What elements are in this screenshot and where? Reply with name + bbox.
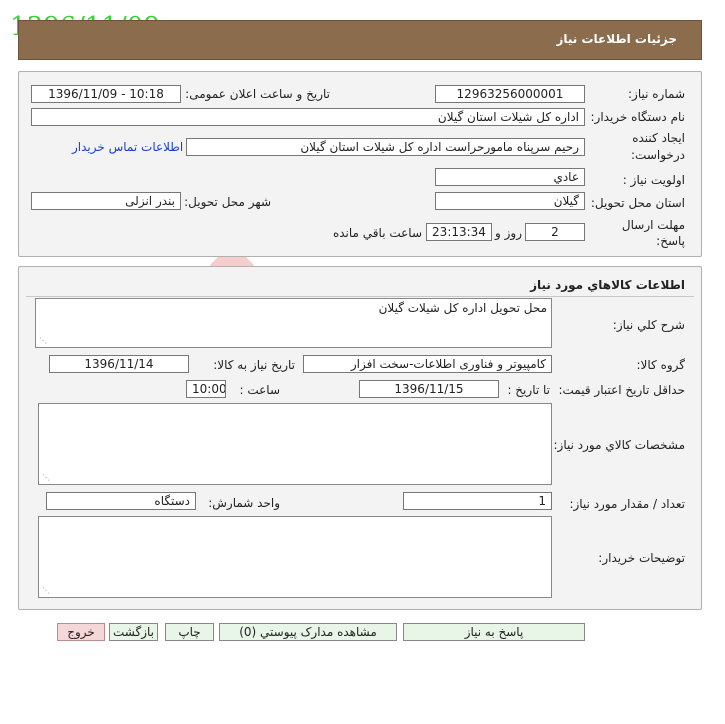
resize-grip-icon[interactable]: ⋰ bbox=[42, 586, 50, 595]
deadline-label-1: مهلت ارسال bbox=[621, 218, 685, 232]
qty-label: تعداد / مقدار مورد نياز: bbox=[569, 497, 685, 511]
price-valid-label: حداقل تاريخ اعتبار قيمت: bbox=[558, 383, 685, 397]
announce-field: 1396/11/09 - 10:18 bbox=[31, 85, 181, 103]
specs-label: مشخصات کالاي مورد نياز: bbox=[553, 438, 685, 452]
back-button[interactable]: بازگشت bbox=[109, 623, 158, 641]
need-number-label: شماره نياز: bbox=[628, 87, 685, 101]
days-field: 2 bbox=[525, 223, 585, 241]
specs-field: ⋰ bbox=[38, 403, 552, 485]
group-label: گروه کالا: bbox=[636, 358, 686, 372]
qty-field: 1 bbox=[403, 492, 552, 510]
need-date-label: تاريخ نياز به کالا: bbox=[213, 358, 295, 372]
province-field: گيلان bbox=[435, 192, 585, 210]
province-label: استان محل تحويل: bbox=[590, 196, 685, 210]
view-attachments-button[interactable]: مشاهده مدارک پيوستي (0) bbox=[219, 623, 397, 641]
buyer-contact-link[interactable]: اطلاعات تماس خريدار bbox=[72, 140, 183, 154]
creator-label-1: ايجاد کننده bbox=[632, 131, 685, 145]
page-header: جزئيات اطلاعات نياز bbox=[18, 20, 702, 60]
buyer-notes-label: توضيحات خريدار: bbox=[598, 551, 685, 565]
general-desc-text: محل تحويل اداره کل شيلات گيلان bbox=[378, 301, 547, 315]
group-field: کامپيوتر و فناوری اطلاعات-سخت افزار bbox=[303, 355, 552, 373]
priority-field: عادي bbox=[435, 168, 585, 186]
announce-label: تاريخ و ساعت اعلان عمومی: bbox=[185, 87, 330, 101]
buyer-org-field: اداره کل شيلات استان گيلان bbox=[31, 108, 585, 126]
hour-label: ساعت : bbox=[239, 383, 280, 397]
until-date-field: 1396/11/15 bbox=[359, 380, 499, 398]
priority-label: اولويت نياز : bbox=[622, 173, 685, 187]
buyer-notes-field: ⋰ bbox=[38, 516, 552, 598]
goods-section-title: اطلاعات کالاهاي مورد نياز bbox=[530, 278, 685, 292]
print-button[interactable]: چاپ bbox=[165, 623, 214, 641]
hour-field: 10:00 bbox=[186, 380, 226, 398]
creator-label-2: درخواست: bbox=[631, 148, 685, 162]
need-number-field: 1296325600000‌1 bbox=[435, 85, 585, 103]
exit-button[interactable]: خروج bbox=[57, 623, 105, 641]
need-date-field: 1396/11/14 bbox=[49, 355, 189, 373]
until-date-label: تا تاريخ : bbox=[507, 383, 550, 397]
general-desc-field: محل تحويل اداره کل شيلات گيلان ⋰ bbox=[35, 298, 552, 348]
city-label: شهر محل تحويل: bbox=[184, 195, 271, 209]
page-title: جزئيات اطلاعات نياز bbox=[556, 32, 677, 46]
time-left-field: 23:13:34 bbox=[426, 223, 492, 241]
days-label: روز و bbox=[495, 226, 522, 240]
unit-field: دستگاه bbox=[46, 492, 196, 510]
time-left-label: ساعت باقي مانده bbox=[332, 226, 422, 240]
resize-grip-icon[interactable]: ⋰ bbox=[39, 336, 47, 345]
reply-button[interactable]: پاسخ به نياز bbox=[403, 623, 585, 641]
resize-grip-icon[interactable]: ⋰ bbox=[42, 473, 50, 482]
unit-label: واحد شمارش: bbox=[208, 496, 280, 510]
city-field: بندر انزلی bbox=[31, 192, 181, 210]
general-desc-label: شرح کلي نياز: bbox=[612, 318, 685, 332]
creator-field: رحيم سرپناه مامورحراست اداره کل شيلات اس… bbox=[186, 138, 585, 156]
deadline-label-2: پاسخ: bbox=[656, 234, 685, 248]
section-divider bbox=[26, 296, 694, 297]
buyer-org-label: نام دستگاه خريدار: bbox=[590, 110, 686, 124]
